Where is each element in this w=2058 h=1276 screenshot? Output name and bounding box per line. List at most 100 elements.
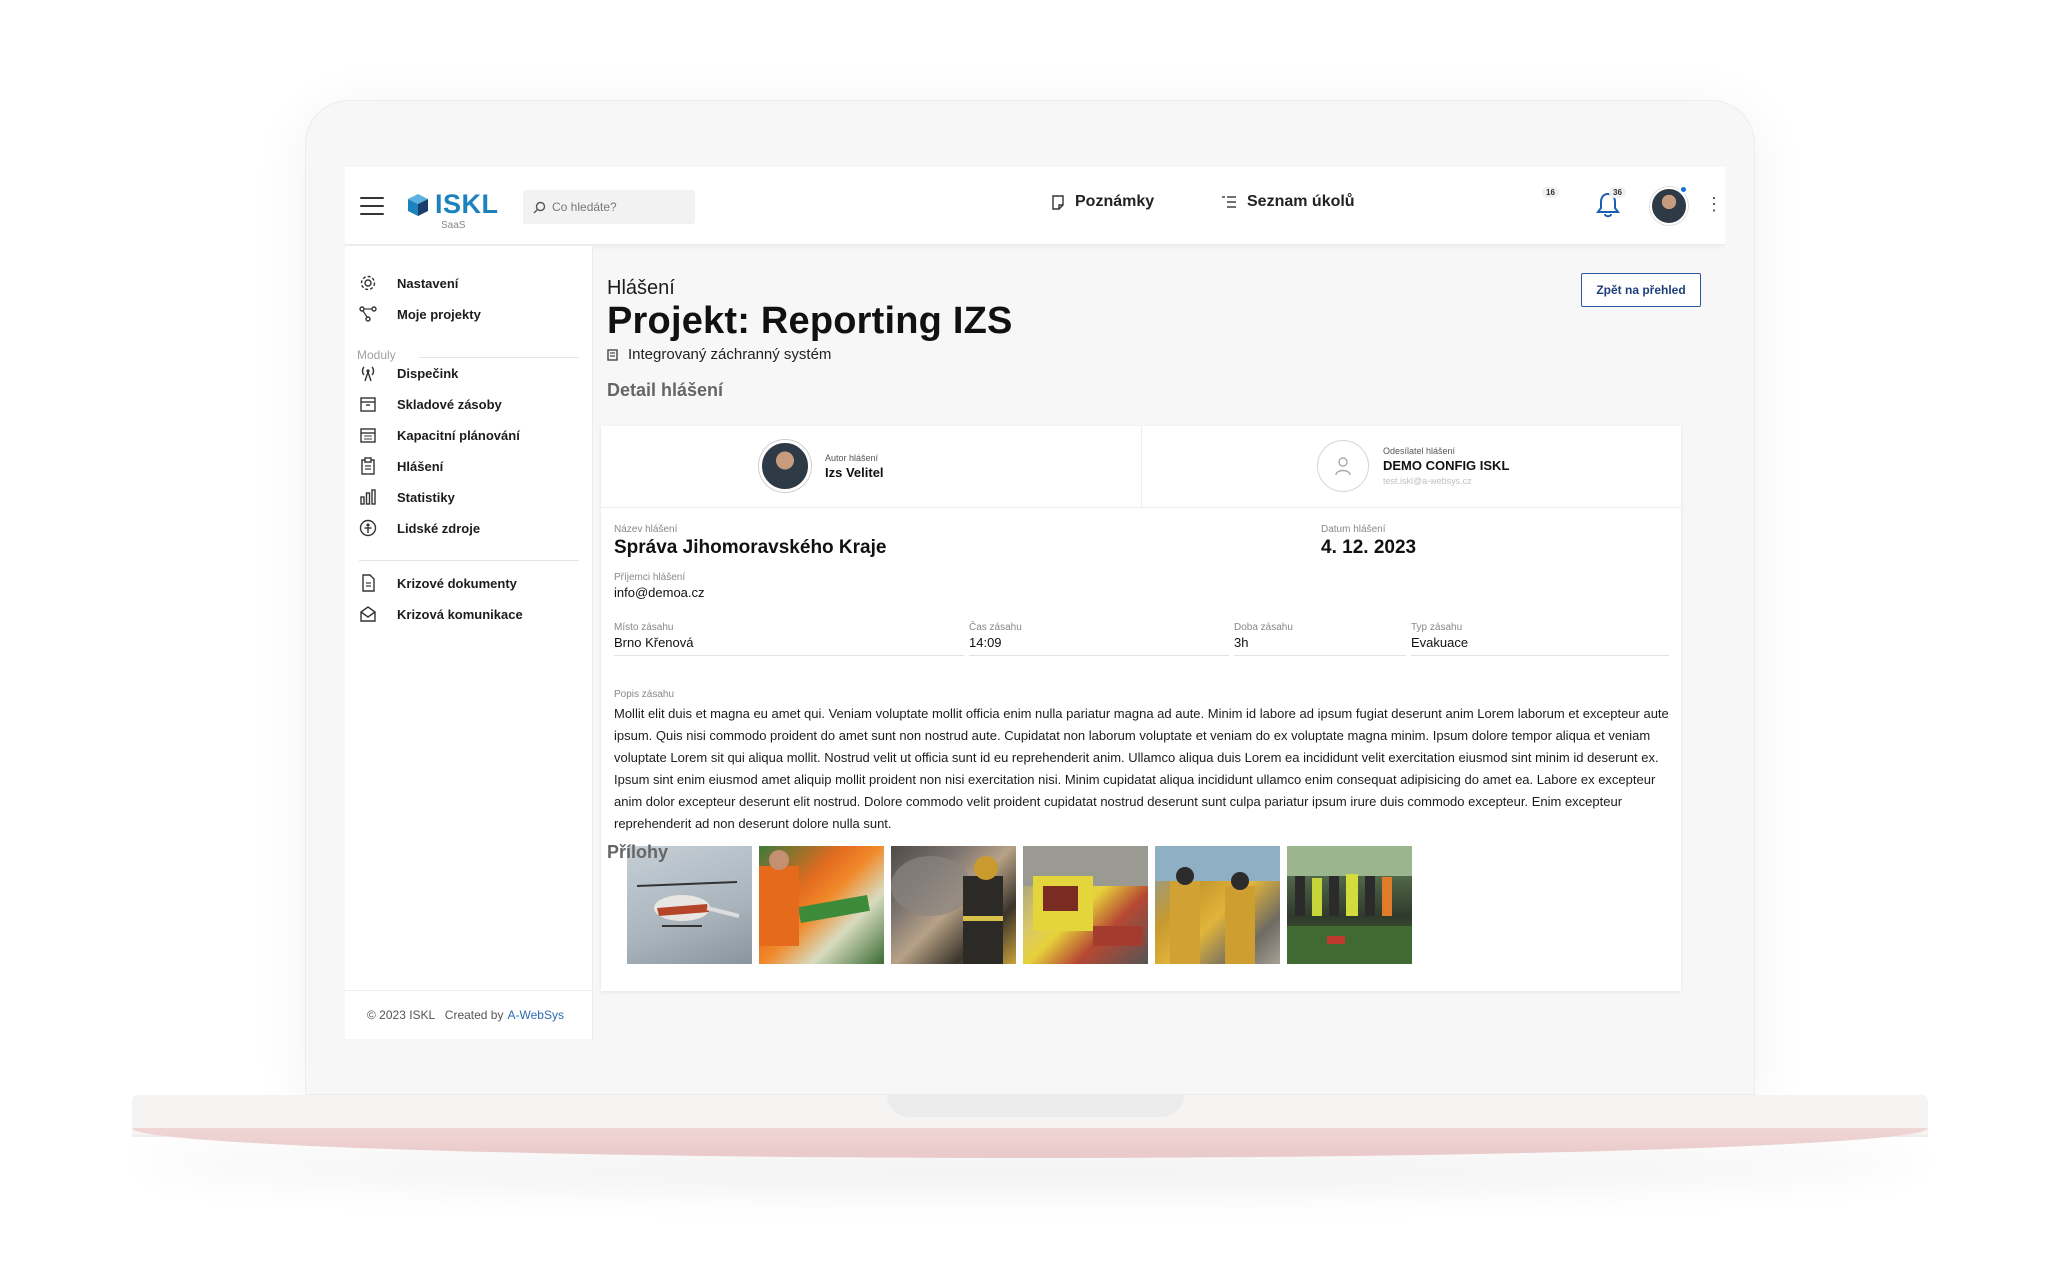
sidebar-item-krizove-dokumenty[interactable]: Krizové dokumenty [359, 574, 517, 592]
helicopter-photo[interactable] [627, 846, 752, 964]
sidebar-item-label: Lidské zdroje [397, 520, 481, 536]
sidebar-footer: © 2023 ISKL Created by A-WebSys [345, 990, 593, 1039]
bar-chart-icon [360, 489, 376, 505]
footer-author-link[interactable]: A-WebSys [507, 1008, 563, 1022]
person-outline-icon [1335, 457, 1351, 476]
place-field: Místo zásahu Brno Křenová [614, 622, 964, 656]
type-label: Typ zásahu [1411, 622, 1463, 633]
sidebar-item-lidske-zdroje[interactable]: Lidské zdroje [359, 519, 480, 537]
sender-block: Odesílatel hlášení DEMO CONFIG ISKL test… [1317, 440, 1509, 492]
sidebar-item-skladove-zasoby[interactable]: Skladové zásoby [359, 395, 502, 413]
firefighters-shape [1155, 846, 1280, 964]
app-logo[interactable]: ISKL [407, 189, 499, 220]
page-kicker: Hlášení [607, 277, 675, 299]
list-icon [1222, 196, 1236, 208]
sidebar-item-label: Skladové zásoby [397, 396, 502, 412]
laptop-base-edge [132, 1128, 1928, 1158]
footer-copyright: © 2023 ISKL Created by [367, 1008, 504, 1022]
sidebar-item-moje-projekty[interactable]: Moje projekty [359, 305, 481, 323]
report-date-field: Datum hlášení 4. 12. 2023 [1321, 524, 1416, 559]
place-label: Místo zásahu [614, 622, 674, 633]
time-value: 14:09 [969, 635, 1002, 650]
page-title: Projekt: Reporting IZS [607, 300, 1013, 342]
ambulance-photo[interactable] [1023, 846, 1148, 964]
notes-button[interactable]: Poznámky [1051, 193, 1154, 211]
document-icon [362, 574, 375, 592]
firefighters-walking-photo[interactable] [1155, 846, 1280, 964]
laptop-notch [887, 1095, 1184, 1117]
recipients-value: info@demoa.cz [614, 585, 705, 600]
laptop-mockup: ISKL SaaS Poznámky Seznam úkolů 16 36 [0, 0, 2058, 1276]
sidebar-section-label: Moduly [357, 348, 396, 362]
sidebar-item-nastaveni[interactable]: Nastavení [359, 274, 458, 292]
sender-label: Odesílatel hlášení [1383, 446, 1456, 456]
sidebar-item-label: Dispečink [397, 365, 459, 381]
cube-logo-icon [408, 193, 428, 216]
place-value: Brno Křenová [614, 635, 694, 650]
clipboard-icon [361, 457, 375, 475]
rescue-team-photo[interactable] [1287, 846, 1412, 964]
box-icon [360, 397, 376, 412]
tasks-button[interactable]: Seznam úkolů [1221, 193, 1355, 211]
sidebar-item-label: Kapacitní plánování [397, 427, 520, 443]
team-shape [1287, 846, 1412, 964]
recipients-label: Příjemci hlášení [614, 572, 686, 583]
online-status-dot [1679, 185, 1688, 194]
sidebar-item-label: Statistiky [397, 489, 455, 505]
sidebar-item-krizova-komunikace[interactable]: Krizová komunikace [359, 605, 523, 623]
author-avatar [759, 440, 811, 492]
report-name-field: Název hlášení Správa Jihomoravského Kraj… [614, 524, 886, 559]
sidebar-item-label: Krizové dokumenty [397, 575, 517, 591]
report-detail-card: Autor hlášení Izs Velitel Odesílatel hlá… [601, 426, 1681, 991]
sidebar-divider [359, 560, 579, 561]
antenna-icon [361, 366, 375, 382]
time-label: Čas zásahu [969, 622, 1022, 633]
duration-value: 3h [1234, 635, 1249, 650]
top-bar: ISKL SaaS Poznámky Seznam úkolů 16 36 [345, 167, 1725, 245]
author-block: Autor hlášení Izs Velitel [759, 440, 884, 492]
app-sub: SaaS [441, 220, 466, 231]
notifications-count-badge: 36 [1609, 187, 1626, 198]
sender-email: test.iskl@a-websys.cz [1383, 476, 1472, 486]
report-date-value: 4. 12. 2023 [1321, 537, 1417, 558]
app-screen: ISKL SaaS Poznámky Seznam úkolů 16 36 [345, 167, 1725, 1039]
people-divider [1141, 426, 1142, 508]
gear-icon [360, 275, 376, 291]
search-input[interactable] [552, 200, 682, 214]
search-icon [533, 201, 546, 213]
app-name: ISKL [435, 189, 499, 219]
report-date-label: Datum hlášení [1321, 524, 1386, 535]
sidebar-item-label: Nastavení [397, 275, 459, 291]
sidebar-item-kapacitni-planovani[interactable]: Kapacitní plánování [359, 426, 520, 444]
type-field: Typ zásahu Evakuace [1411, 622, 1669, 656]
sidebar-item-dispecink[interactable]: Dispečink [359, 364, 458, 382]
time-field: Čas zásahu 14:09 [969, 622, 1229, 656]
sidebar-item-label: Moje projekty [397, 306, 481, 322]
mail-open-icon [360, 606, 376, 622]
report-name-label: Název hlášení [614, 524, 678, 535]
stretcher-rescue-photo[interactable] [759, 846, 884, 964]
section-title-detail: Detail hlášení [607, 380, 724, 400]
sidebar-item-hlaseni[interactable]: Hlášení [359, 457, 443, 475]
section-title-attachments: Přílohy [607, 842, 669, 862]
description-text: Mollit elit duis et magna eu amet qui. V… [614, 706, 1669, 831]
more-vertical-icon[interactable]: ⋮ [1705, 195, 1723, 213]
sidebar-item-statistiky[interactable]: Statistiky [359, 488, 455, 506]
menu-icon[interactable] [360, 197, 384, 215]
description-label: Popis zásahu [614, 689, 675, 700]
stretcher-shape [759, 850, 870, 946]
list-doc-icon [607, 348, 618, 361]
project-subtitle: Integrovaný záchranný systém [607, 346, 831, 363]
note-icon [1052, 194, 1064, 210]
duration-label: Doba zásahu [1234, 622, 1293, 633]
person-circle-icon [359, 519, 377, 537]
ambulance-shape [1023, 846, 1148, 946]
search-box [523, 190, 695, 224]
main-content: Hlášení Projekt: Reporting IZS Integrova… [593, 246, 1725, 1039]
tasks-label: Seznam úkolů [1247, 193, 1355, 210]
duration-field: Doba zásahu 3h [1234, 622, 1406, 656]
report-people-row: Autor hlášení Izs Velitel Odesílatel hlá… [601, 426, 1681, 508]
author-label: Autor hlášení [825, 452, 879, 463]
firefighter-smoke-photo[interactable] [891, 846, 1016, 964]
back-to-overview-button[interactable]: Zpět na přehled [1581, 273, 1701, 307]
